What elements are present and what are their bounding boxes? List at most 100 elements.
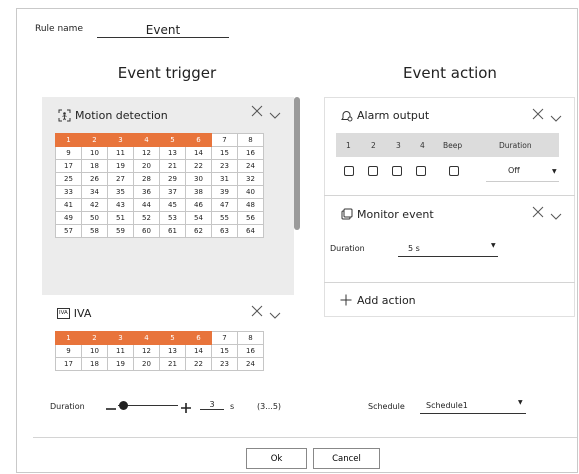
alarm-beep-checkbox[interactable]	[449, 166, 459, 176]
motion-channel-cell[interactable]: 11	[107, 146, 134, 160]
iva-channel-cell[interactable]: 19	[107, 357, 134, 371]
iva-channel-cell[interactable]: 22	[185, 357, 212, 371]
motion-channel-cell[interactable]: 2	[81, 133, 108, 147]
motion-channel-cell[interactable]: 19	[107, 159, 134, 173]
motion-channel-cell[interactable]: 45	[159, 198, 186, 212]
iva-close-icon[interactable]	[251, 305, 263, 321]
iva-channel-cell[interactable]: 21	[159, 357, 186, 371]
motion-channel-cell[interactable]: 3	[107, 133, 134, 147]
iva-chevron-down-icon[interactable]	[269, 308, 281, 324]
motion-channel-cell[interactable]: 39	[211, 185, 238, 199]
iva-channel-cell[interactable]: 2	[81, 331, 108, 345]
iva-channel-cell[interactable]: 20	[133, 357, 160, 371]
ok-button[interactable]: Ok	[246, 448, 307, 469]
alarm-output-2-checkbox[interactable]	[368, 166, 378, 176]
iva-channel-cell[interactable]: 10	[81, 344, 108, 358]
duration-slider-thumb[interactable]	[119, 401, 128, 410]
alarm-duration-select[interactable]: Off ▼	[486, 161, 559, 182]
motion-channel-cell[interactable]: 41	[55, 198, 82, 212]
trigger-scrollbar[interactable]	[294, 97, 300, 230]
monitor-duration-select[interactable]: 5 s ▼	[398, 240, 498, 257]
motion-channel-cell[interactable]: 23	[211, 159, 238, 173]
motion-chevron-down-icon[interactable]	[269, 108, 281, 124]
motion-channel-cell[interactable]: 6	[185, 133, 212, 147]
plus-icon[interactable]	[180, 399, 192, 418]
iva-channel-cell[interactable]: 14	[185, 344, 212, 358]
iva-channel-cell[interactable]: 16	[237, 344, 264, 358]
motion-channel-cell[interactable]: 35	[107, 185, 134, 199]
motion-channel-cell[interactable]: 47	[211, 198, 238, 212]
motion-channel-cell[interactable]: 1	[55, 133, 82, 147]
alarm-output-4-checkbox[interactable]	[416, 166, 426, 176]
iva-channel-cell[interactable]: 15	[211, 344, 238, 358]
motion-channel-cell[interactable]: 53	[159, 211, 186, 225]
motion-channel-cell[interactable]: 34	[81, 185, 108, 199]
motion-channel-cell[interactable]: 21	[159, 159, 186, 173]
motion-channel-cell[interactable]: 16	[237, 146, 264, 160]
monitor-close-icon[interactable]	[532, 206, 544, 222]
motion-channel-cell[interactable]: 24	[237, 159, 264, 173]
motion-channel-cell[interactable]: 42	[81, 198, 108, 212]
motion-channel-cell[interactable]: 20	[133, 159, 160, 173]
motion-channel-cell[interactable]: 4	[133, 133, 160, 147]
iva-channel-cell[interactable]: 17	[55, 357, 82, 371]
iva-channel-cell[interactable]: 12	[133, 344, 160, 358]
motion-channel-cell[interactable]: 17	[55, 159, 82, 173]
iva-channel-cell[interactable]: 13	[159, 344, 186, 358]
motion-channel-cell[interactable]: 18	[81, 159, 108, 173]
motion-channel-cell[interactable]: 15	[211, 146, 238, 160]
alarm-output-3-checkbox[interactable]	[392, 166, 402, 176]
motion-channel-cell[interactable]: 31	[211, 172, 238, 186]
motion-channel-cell[interactable]: 37	[159, 185, 186, 199]
motion-channel-cell[interactable]: 10	[81, 146, 108, 160]
motion-channel-cell[interactable]: 9	[55, 146, 82, 160]
cancel-button[interactable]: Cancel	[313, 448, 380, 469]
motion-channel-cell[interactable]: 50	[81, 211, 108, 225]
iva-channel-cell[interactable]: 4	[133, 331, 160, 345]
motion-channel-cell[interactable]: 61	[159, 224, 186, 238]
iva-channel-cell[interactable]: 9	[55, 344, 82, 358]
iva-channel-cell[interactable]: 1	[55, 331, 82, 345]
motion-channel-cell[interactable]: 49	[55, 211, 82, 225]
motion-channel-cell[interactable]: 48	[237, 198, 264, 212]
motion-channel-cell[interactable]: 63	[211, 224, 238, 238]
motion-channel-cell[interactable]: 40	[237, 185, 264, 199]
motion-channel-cell[interactable]: 26	[81, 172, 108, 186]
motion-channel-cell[interactable]: 58	[81, 224, 108, 238]
motion-channel-cell[interactable]: 38	[185, 185, 212, 199]
iva-channel-cell[interactable]: 23	[211, 357, 238, 371]
iva-channel-cell[interactable]: 24	[237, 357, 264, 371]
motion-channel-cell[interactable]: 55	[211, 211, 238, 225]
motion-channel-cell[interactable]: 36	[133, 185, 160, 199]
alarm-chevron-down-icon[interactable]	[550, 111, 562, 127]
rule-name-input[interactable]: Event	[97, 24, 229, 38]
iva-channel-cell[interactable]: 5	[159, 331, 186, 345]
motion-channel-cell[interactable]: 60	[133, 224, 160, 238]
motion-channel-cell[interactable]: 43	[107, 198, 134, 212]
iva-channel-cell[interactable]: 18	[81, 357, 108, 371]
monitor-chevron-down-icon[interactable]	[550, 209, 562, 225]
motion-channel-cell[interactable]: 44	[133, 198, 160, 212]
motion-channel-cell[interactable]: 59	[107, 224, 134, 238]
alarm-close-icon[interactable]	[532, 108, 544, 124]
motion-channel-cell[interactable]: 62	[185, 224, 212, 238]
motion-channel-cell[interactable]: 12	[133, 146, 160, 160]
duration-value-input[interactable]: 3	[200, 400, 224, 410]
motion-channel-cell[interactable]: 7	[211, 133, 238, 147]
motion-channel-cell[interactable]: 52	[133, 211, 160, 225]
iva-channel-cell[interactable]: 11	[107, 344, 134, 358]
motion-channel-cell[interactable]: 5	[159, 133, 186, 147]
motion-channel-cell[interactable]: 51	[107, 211, 134, 225]
alarm-output-1-checkbox[interactable]	[344, 166, 354, 176]
motion-channel-cell[interactable]: 13	[159, 146, 186, 160]
motion-channel-cell[interactable]: 25	[55, 172, 82, 186]
motion-channel-cell[interactable]: 22	[185, 159, 212, 173]
motion-channel-cell[interactable]: 46	[185, 198, 212, 212]
motion-channel-cell[interactable]: 64	[237, 224, 264, 238]
add-action-button[interactable]: Add action	[339, 292, 479, 308]
iva-channel-cell[interactable]: 3	[107, 331, 134, 345]
motion-channel-cell[interactable]: 28	[133, 172, 160, 186]
minus-icon[interactable]	[105, 400, 117, 419]
motion-channel-cell[interactable]: 33	[55, 185, 82, 199]
iva-channel-cell[interactable]: 8	[237, 331, 264, 345]
